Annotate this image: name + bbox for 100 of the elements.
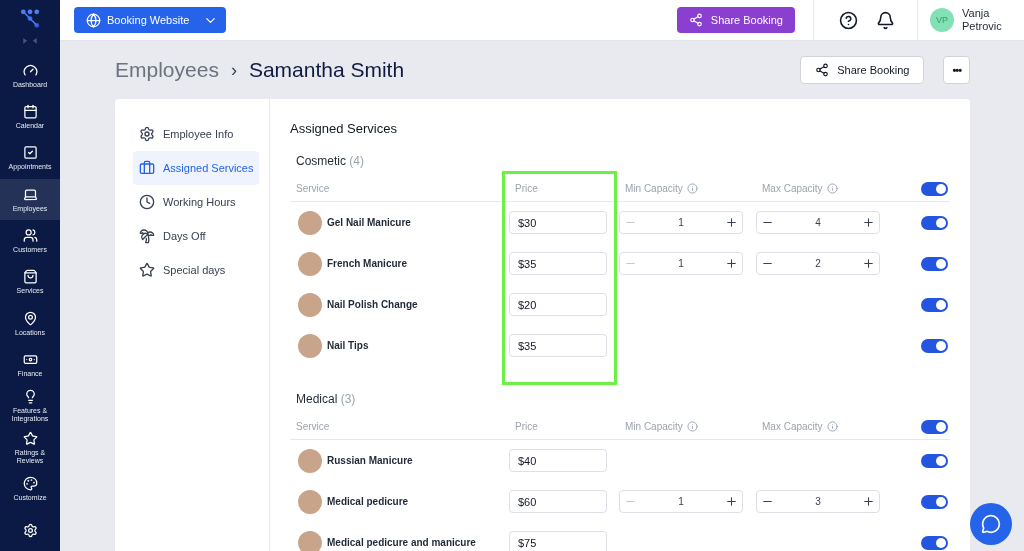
- plus-button[interactable]: [862, 257, 875, 270]
- booking-website-button[interactable]: Booking Website: [74, 7, 226, 33]
- price-field[interactable]: $60: [509, 490, 607, 513]
- employee-nav-item[interactable]: Special days: [133, 253, 259, 287]
- users-icon: [22, 227, 38, 243]
- column-header: Service: [295, 183, 331, 194]
- price-field[interactable]: $20: [509, 293, 607, 316]
- star-icon: [22, 430, 38, 446]
- info-icon: [686, 421, 698, 432]
- service-name: Medical pedicure and manicure: [327, 537, 476, 548]
- capacity-stepper[interactable]: 1: [619, 252, 743, 275]
- capacity-value: 4: [815, 217, 821, 228]
- clock-icon: [139, 194, 155, 210]
- star-icon: [139, 262, 155, 278]
- capacity-value: 1: [678, 217, 684, 228]
- capacity-value: 1: [678, 258, 684, 269]
- group-title: Cosmetic (4): [295, 154, 366, 168]
- info-icon: [826, 421, 838, 432]
- photo-placeholder: [298, 251, 322, 276]
- column-header: Max Capacity: [756, 183, 891, 194]
- plus-icon: [862, 495, 875, 508]
- chat-icon: [981, 514, 1001, 534]
- plus-button[interactable]: [862, 216, 875, 229]
- bag-icon: [22, 269, 38, 285]
- photo-placeholder: [298, 489, 322, 514]
- toggle-switch[interactable]: [921, 338, 948, 353]
- palette-icon: [22, 475, 38, 491]
- breadcrumb-separator: ›: [230, 59, 237, 81]
- column-header: Min Capacity: [619, 421, 756, 432]
- plus-icon: [725, 495, 738, 508]
- photo-placeholder: [298, 333, 322, 358]
- breadcrumb-link[interactable]: Employees: [115, 58, 219, 82]
- plus-icon: [862, 216, 875, 229]
- calendar-icon: [22, 103, 38, 119]
- briefcase-icon: [139, 160, 155, 176]
- employee-nav-item[interactable]: Assigned Services: [133, 151, 259, 185]
- service-name: Medical pedicure: [327, 496, 409, 507]
- column-header: Service: [295, 421, 331, 432]
- service-name: Nail Polish Change: [327, 299, 418, 310]
- info-icon: [686, 183, 698, 194]
- settings-icon: [22, 522, 38, 538]
- service-name: Nail Tips: [327, 340, 369, 351]
- service-name: French Manicure: [327, 258, 408, 269]
- toggle-switch[interactable]: [921, 535, 948, 550]
- column-header: Max Capacity: [756, 421, 891, 432]
- toggle-switch[interactable]: [921, 215, 948, 230]
- capacity-value: 2: [815, 258, 821, 269]
- capacity-stepper[interactable]: 1: [619, 490, 743, 513]
- laptop-icon: [22, 186, 38, 202]
- photo-placeholder: [298, 530, 322, 551]
- plus-button[interactable]: [862, 495, 875, 508]
- plus-icon: [725, 216, 738, 229]
- capacity-stepper[interactable]: 3: [756, 490, 880, 513]
- price-field[interactable]: $30: [509, 211, 607, 234]
- price-field[interactable]: $35: [509, 334, 607, 357]
- palm-tree-icon: [139, 228, 155, 244]
- plus-icon: [862, 257, 875, 270]
- employee-nav-item[interactable]: Employee Info: [133, 117, 259, 151]
- employee-nav-item[interactable]: Days Off: [133, 219, 259, 253]
- capacity-value: 1: [678, 496, 684, 507]
- logo-icon: [19, 8, 41, 30]
- share-booking-button[interactable]: Share Booking: [676, 7, 795, 33]
- service-name: Gel Nail Manicure: [327, 217, 411, 228]
- plus-icon: [725, 257, 738, 270]
- photo-placeholder: [298, 448, 322, 473]
- info-icon: [826, 183, 838, 194]
- employee-nav-item[interactable]: Working Hours: [133, 185, 259, 219]
- toggle-switch[interactable]: [921, 256, 948, 271]
- toggle-switch[interactable]: [921, 453, 948, 468]
- plus-button[interactable]: [725, 495, 738, 508]
- photo-placeholder: [298, 292, 322, 317]
- section-title: Assigned Services: [290, 121, 398, 136]
- column-header: Price: [514, 421, 539, 432]
- gear-icon: [139, 126, 155, 142]
- checkbox-icon: [22, 145, 38, 161]
- toggle-switch[interactable]: [921, 297, 948, 312]
- plus-button[interactable]: [725, 257, 738, 270]
- toggle-switch[interactable]: [921, 419, 948, 434]
- more-button[interactable]: •••: [943, 56, 970, 84]
- price-field[interactable]: $40: [509, 449, 607, 472]
- column-header: Min Capacity: [619, 183, 756, 194]
- gauge-icon: [22, 62, 38, 78]
- share-booking-button[interactable]: Share Booking: [800, 56, 925, 84]
- toggle-switch[interactable]: [921, 181, 948, 196]
- plus-button[interactable]: [725, 216, 738, 229]
- price-field[interactable]: $75: [509, 531, 607, 551]
- globe-icon: [86, 12, 101, 28]
- help-icon[interactable]: [839, 10, 858, 30]
- service-name: Russian Manicure: [327, 455, 413, 466]
- capacity-stepper[interactable]: 2: [756, 252, 880, 275]
- capacity-stepper[interactable]: 4: [756, 211, 880, 234]
- price-field[interactable]: $35: [509, 252, 607, 275]
- capacity-value: 3: [815, 496, 821, 507]
- column-header: Price: [514, 183, 539, 194]
- toggle-switch[interactable]: [921, 494, 948, 509]
- map-pin-icon: [22, 310, 38, 326]
- photo-placeholder: [298, 210, 322, 235]
- bell-icon[interactable]: [876, 10, 895, 30]
- chat-button[interactable]: [970, 503, 1012, 545]
- capacity-stepper[interactable]: 1: [619, 211, 743, 234]
